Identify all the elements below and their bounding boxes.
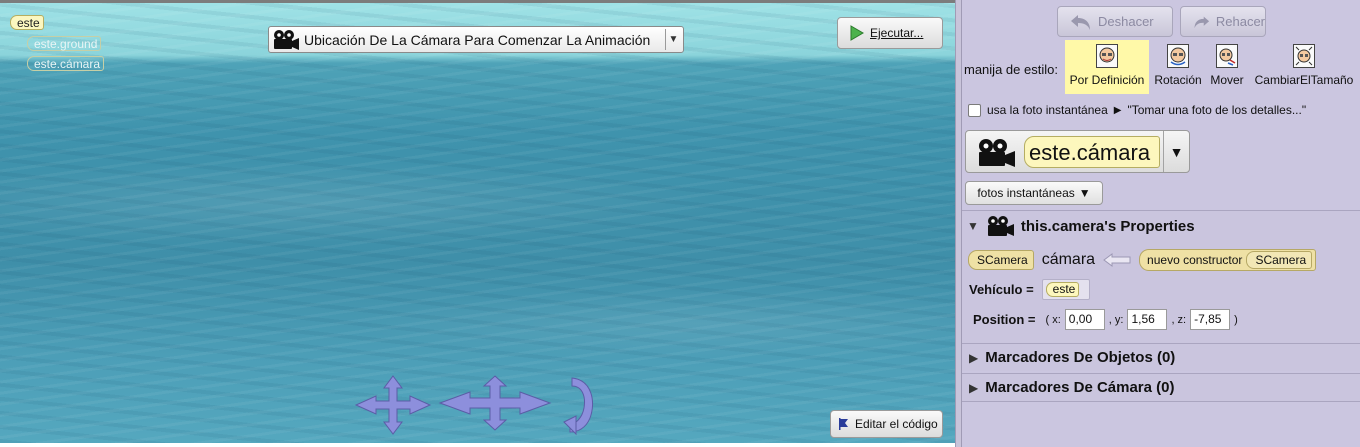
object-markers-section[interactable]: ▶ Marcadores De Objetos (0) — [962, 343, 1360, 371]
properties-header[interactable]: ▼ this.camera's Properties — [967, 215, 1195, 237]
scene-view[interactable]: este este.ground este.cámara Ubicación D… — [0, 0, 955, 443]
scene-tree-ground[interactable]: este.ground — [27, 36, 102, 51]
snapshots-label: fotos instantáneas — [977, 186, 1075, 200]
expand-triangle-icon[interactable]: ▶ — [969, 351, 978, 365]
selected-object-select[interactable]: este.cámara ▼ — [965, 130, 1190, 173]
snapshots-button[interactable]: fotos instantáneas ▼ — [965, 181, 1103, 205]
vehicle-value: este — [1045, 282, 1080, 297]
scene-tree-root[interactable]: este — [10, 15, 44, 30]
handle-move-label: Mover — [1210, 73, 1244, 87]
scene-tree-camera[interactable]: este.cámara — [27, 56, 105, 71]
chevron-down-icon[interactable]: ▼ — [665, 29, 681, 50]
snapshot-hint: "Tomar una foto de los detalles..." — [1127, 103, 1307, 117]
declaration-row: SCamera cámara nuevo constructor SCamera — [968, 249, 1317, 271]
camera-markers-section[interactable]: ▶ Marcadores De Cámara (0) — [962, 373, 1360, 401]
undo-label: Deshacer — [1098, 14, 1154, 29]
chevron-down-icon: ▼ — [1078, 186, 1091, 200]
position-y-label: , y: — [1108, 313, 1124, 326]
declaration-name: cámara — [1041, 251, 1096, 268]
handle-default-label: Por Definición — [1069, 73, 1145, 87]
redo-label: Rehacer — [1215, 14, 1265, 29]
position-z-label: , z: — [1171, 313, 1187, 326]
panel-empty-area — [962, 401, 1360, 447]
edit-code-label: Editar el código — [855, 417, 938, 431]
redo-icon — [1194, 16, 1210, 28]
position-close-paren: ) — [1234, 313, 1238, 326]
constructor-expression[interactable]: nuevo constructor SCamera — [1139, 249, 1317, 271]
properties-section: ▼ this.camera's Properties SCamera cámar… — [962, 210, 1360, 343]
vehicle-row: Vehículo = este — [969, 279, 1090, 300]
vehicle-label: Vehículo = — [969, 282, 1034, 297]
collapse-triangle-icon[interactable]: ▼ — [967, 219, 979, 233]
move-handle-icon — [1216, 44, 1238, 68]
constructor-type: SCamera — [1246, 251, 1313, 269]
use-snapshot-checkbox[interactable] — [968, 103, 981, 117]
properties-title: this.camera's Properties — [1020, 217, 1195, 235]
handle-style-label: manija de estilo: — [964, 62, 1058, 77]
app-window: este este.ground este.cámara Ubicación D… — [0, 0, 1360, 447]
redo-button[interactable]: Rehacer — [1180, 6, 1266, 37]
resize-handle-icon — [1293, 44, 1315, 68]
position-open-x-label: ( x: — [1045, 313, 1061, 326]
movie-camera-icon — [979, 139, 1015, 167]
assign-arrow-icon — [1103, 253, 1131, 267]
edit-code-button[interactable]: Editar el código — [830, 410, 943, 438]
movie-camera-icon — [987, 216, 1014, 236]
position-z-field[interactable]: -7,85 — [1190, 309, 1231, 330]
handle-rotation-button[interactable]: Rotación — [1152, 40, 1204, 94]
rotate-handle-icon — [1167, 44, 1189, 68]
undo-button[interactable]: Deshacer — [1057, 6, 1173, 37]
rotate-camera-icon[interactable] — [562, 374, 598, 436]
arrow-right-icon: ▶ — [1113, 104, 1122, 116]
pan-camera-arrows-icon[interactable] — [438, 374, 552, 432]
camera-marker-label: Ubicación De La Cámara Para Comenzar La … — [304, 31, 651, 48]
properties-panel: Deshacer Rehacer manija de estilo: Por D… — [962, 0, 1360, 447]
chevron-down-icon[interactable]: ▼ — [1163, 131, 1189, 172]
panel-splitter[interactable] — [955, 0, 962, 447]
move-camera-arrows-icon[interactable] — [354, 374, 432, 436]
run-button-label: Ejecutar... — [870, 26, 924, 40]
run-button[interactable]: Ejecutar... — [837, 17, 943, 49]
camera-markers-label: Marcadores De Cámara (0) — [985, 379, 1175, 396]
expand-triangle-icon[interactable]: ▶ — [969, 381, 978, 395]
camera-marker-select[interactable]: Ubicación De La Cámara Para Comenzar La … — [268, 26, 684, 53]
snapshot-option-row: usa la foto instantánea ▶ "Tomar una fot… — [968, 100, 1306, 120]
handle-style-row: manija de estilo: Por Definición Rotació… — [962, 38, 1360, 96]
declaration-type[interactable]: SCamera — [968, 250, 1034, 270]
selected-object-name: este.cámara — [1024, 136, 1160, 168]
handle-default-button[interactable]: Por Definición — [1065, 40, 1149, 94]
vehicle-value-box[interactable]: este — [1041, 279, 1090, 300]
code-flag-icon — [839, 418, 848, 430]
handle-resize-label: CambiarElTamaño — [1254, 73, 1354, 87]
handle-move-button[interactable]: Mover — [1209, 40, 1245, 94]
movie-camera-icon — [274, 29, 299, 50]
position-x-field[interactable]: 0,00 — [1064, 309, 1105, 330]
constructor-label: nuevo constructor — [1147, 253, 1243, 267]
object-markers-label: Marcadores De Objetos (0) — [985, 349, 1176, 366]
position-row: Position = ( x: 0,00 , y: 1,56 , z: -7,8… — [973, 309, 1238, 330]
position-y-field[interactable]: 1,56 — [1127, 309, 1168, 330]
handle-rotation-label: Rotación — [1154, 73, 1202, 87]
default-handle-icon — [1096, 44, 1118, 68]
position-label: Position = — [973, 312, 1036, 327]
use-snapshot-label[interactable]: usa la foto instantánea — [987, 103, 1108, 117]
play-icon — [850, 25, 864, 41]
undo-icon — [1071, 14, 1090, 30]
handle-resize-button[interactable]: CambiarElTamaño — [1250, 40, 1358, 94]
